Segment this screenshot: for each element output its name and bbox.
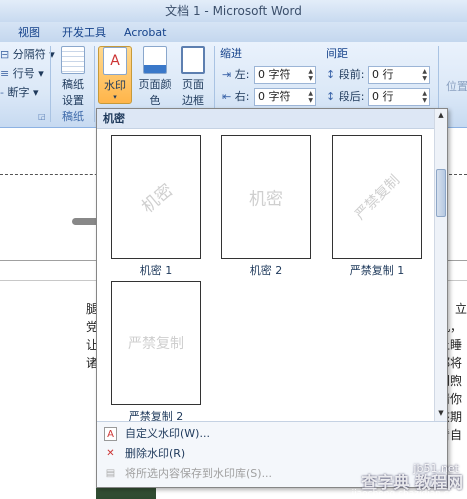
- watermark-preview-text: 机密: [138, 180, 178, 218]
- ribbon-tabs: 视图 开发工具 Acrobat: [0, 22, 467, 42]
- indent-left-field[interactable]: 0 字符 ▲ ▼: [254, 66, 316, 84]
- title-bar: 文档 1 - Microsoft Word: [0, 0, 467, 22]
- breaks-button[interactable]: ⊟ 分隔符 ▾: [0, 46, 55, 64]
- watermark-caption: 机密 1: [139, 264, 173, 277]
- spin-arrows-icon[interactable]: ▲ ▼: [308, 90, 313, 104]
- site-watermark-badge: jb51.net: [413, 462, 459, 475]
- watermark-option-no-copy-1[interactable]: 严禁复制 严禁复制 1: [332, 135, 422, 278]
- spacing-before-icon: ↕: [326, 68, 336, 81]
- hyphenation-button[interactable]: - 断字 ▾: [0, 84, 39, 102]
- indent-right-label: ⇤ 右:: [222, 90, 250, 103]
- scroll-down-icon[interactable]: ▼: [435, 407, 447, 419]
- indent-left-label: ⇥ 左:: [222, 68, 250, 81]
- doc-text-line: 立: [455, 302, 467, 316]
- position-button[interactable]: 位置: [446, 78, 467, 96]
- spacing-before-field[interactable]: 0 行 ▲ ▼: [368, 66, 430, 84]
- manuscript-icon: [61, 46, 85, 74]
- custom-watermark-icon: A: [104, 427, 117, 441]
- window-title: 文档 1 - Microsoft Word: [165, 4, 302, 18]
- watermark-preview-text: 机密: [249, 189, 283, 210]
- spin-arrows-icon[interactable]: ▲ ▼: [422, 68, 427, 82]
- site-watermark-url: jiaocheng.chazidian.com: [351, 489, 463, 499]
- spacing-after-icon: ↕: [326, 90, 336, 103]
- watermark-preview-text: 严禁复制: [128, 336, 184, 352]
- dialog-launcher-icon[interactable]: ◲: [38, 108, 46, 126]
- tab-developer[interactable]: 开发工具: [62, 24, 106, 42]
- indent-right-icon: ⇤: [222, 90, 232, 103]
- watermark-preview: 严禁复制: [111, 281, 201, 405]
- spacing-title: 间距: [326, 47, 348, 60]
- scroll-up-icon[interactable]: ▲: [435, 109, 447, 121]
- page-borders-button[interactable]: 页面 边框: [178, 46, 208, 107]
- line-numbers-button[interactable]: ≡ 行号 ▾: [0, 65, 44, 83]
- watermark-button[interactable]: A 水印 ▾: [98, 46, 132, 104]
- gallery-scrollbar[interactable]: ▲ ▼: [434, 109, 447, 421]
- page-border-icon: [181, 46, 205, 74]
- group-separator: [94, 46, 95, 122]
- spacing-before-label: ↕ 段前:: [326, 68, 365, 81]
- watermark-preview: 机密: [111, 135, 201, 259]
- hyphenation-icon: -: [0, 86, 4, 99]
- manuscript-settings-button[interactable]: 稿纸 设置: [54, 46, 92, 107]
- watermark-caption: 严禁复制 1: [349, 264, 405, 277]
- paper-group-label: 稿纸: [62, 110, 84, 123]
- spacing-after-label: ↕ 段后:: [326, 90, 365, 103]
- tab-view[interactable]: 视图: [18, 24, 40, 42]
- watermark-gallery: 机密 机密 1 机密 机密 2 严禁复制 严禁复制 1 严禁复制 严禁复制 2: [97, 129, 435, 424]
- watermark-option-no-copy-2[interactable]: 严禁复制 严禁复制 2: [111, 281, 201, 424]
- remove-watermark-item[interactable]: ✕ 删除水印(R): [97, 444, 447, 464]
- page-color-button[interactable]: 页面颜色 ▾: [134, 46, 176, 116]
- chevron-down-icon: ▾: [113, 93, 117, 101]
- watermark-caption: 机密 2: [249, 264, 283, 277]
- group-separator: [50, 46, 51, 122]
- breaks-icon: ⊟: [0, 48, 10, 61]
- indent-title: 缩进: [220, 47, 242, 60]
- line-numbers-icon: ≡: [0, 67, 10, 80]
- watermark-preview-text: 严禁复制: [352, 172, 404, 224]
- spacing-after-field[interactable]: 0 行 ▲ ▼: [368, 88, 430, 106]
- gallery-section-header: 机密: [97, 109, 435, 129]
- spin-arrows-icon[interactable]: ▲ ▼: [308, 68, 313, 82]
- scrollbar-thumb[interactable]: [436, 169, 446, 217]
- custom-watermark-item[interactable]: A 自定义水印(W)...: [97, 424, 447, 444]
- watermark-preview: 严禁复制: [332, 135, 422, 259]
- remove-watermark-icon: ✕: [106, 448, 115, 459]
- watermark-gallery-dropdown: 机密 机密 机密 1 机密 机密 2 严禁复制 严禁复制 1 严禁复制 严禁复制…: [96, 108, 448, 488]
- watermark-preview: 机密: [221, 135, 311, 259]
- watermark-option-confidential-1[interactable]: 机密 机密 1: [111, 135, 201, 278]
- spin-arrows-icon[interactable]: ▲ ▼: [422, 90, 427, 104]
- watermark-option-confidential-2[interactable]: 机密 机密 2: [221, 135, 311, 278]
- watermark-icon: A: [103, 47, 127, 75]
- page-color-icon: [143, 46, 167, 74]
- tab-acrobat[interactable]: Acrobat: [124, 24, 166, 42]
- indent-right-field[interactable]: 0 字符 ▲ ▼: [254, 88, 316, 106]
- indent-left-icon: ⇥: [222, 68, 232, 81]
- save-to-gallery-icon: ▤: [105, 468, 116, 479]
